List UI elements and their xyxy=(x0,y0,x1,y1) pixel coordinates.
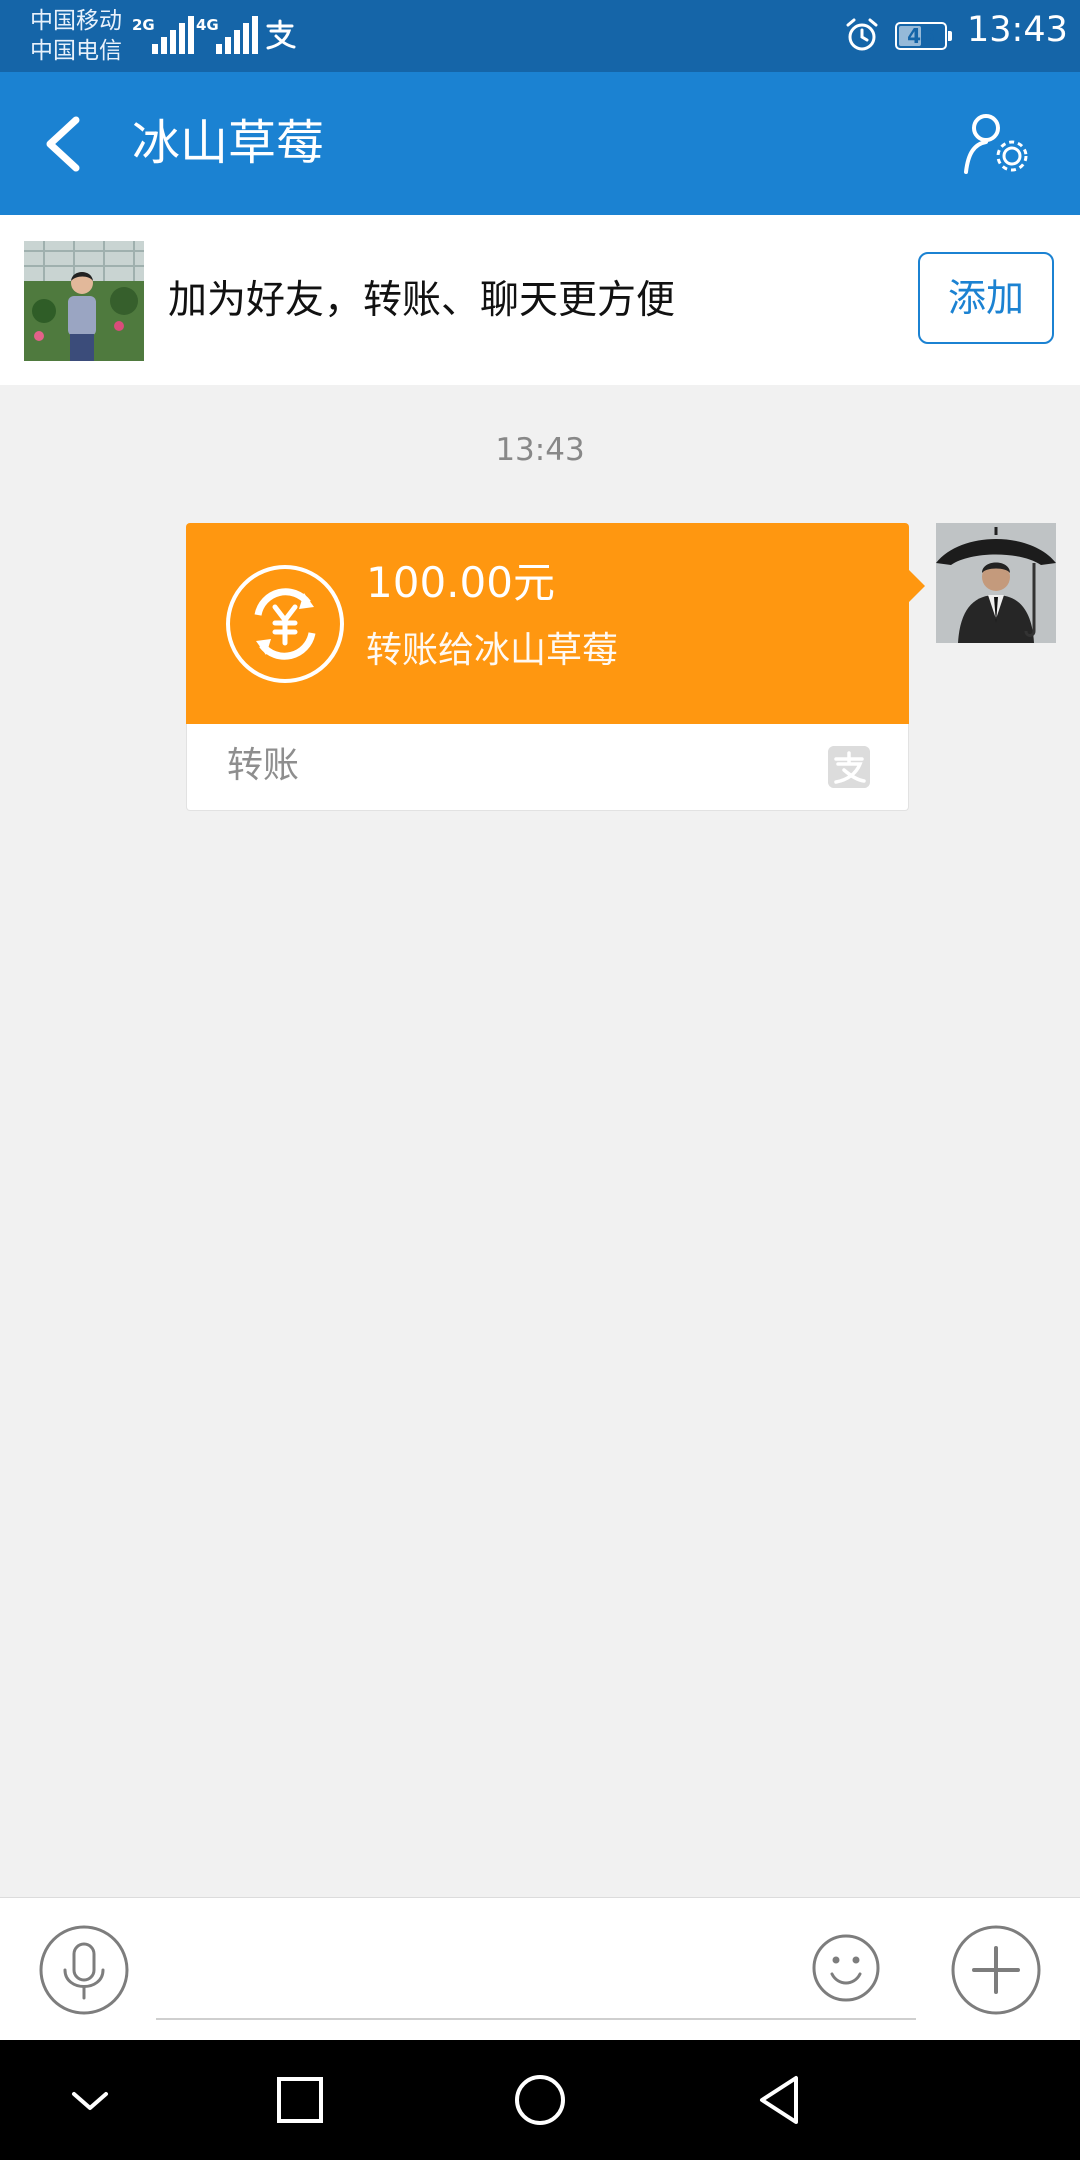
add-friend-prompt: 加为好友，转账、聊天更方便 xyxy=(168,278,676,323)
transfer-amount: 100.00元 xyxy=(366,558,555,607)
transfer-label: 转账 xyxy=(227,745,300,786)
status-time: 13:43 xyxy=(967,10,1068,50)
friend-avatar[interactable] xyxy=(24,241,144,361)
message-timestamp: 13:43 xyxy=(495,432,585,468)
my-avatar[interactable] xyxy=(936,523,1056,643)
square-icon[interactable] xyxy=(270,2070,330,2130)
yuan-transfer-icon xyxy=(226,565,344,683)
transfer-card-footer: 转账 xyxy=(186,724,909,811)
transfer-card-header: 100.00元 转账给冰山草莓 xyxy=(186,523,925,724)
status-bar: 中国移动 中国电信 2G 4G 46 13:43 xyxy=(0,0,1080,72)
transfer-message[interactable]: 100.00元 转账给冰山草莓 转账 xyxy=(186,523,925,811)
carrier-2: 中国电信 xyxy=(30,38,122,64)
add-friend-button[interactable]: 添加 xyxy=(918,252,1054,344)
system-nav-bar xyxy=(0,2040,1080,2160)
circle-icon[interactable] xyxy=(510,2070,570,2130)
triangle-back-icon[interactable] xyxy=(750,2070,810,2130)
chevron-down-icon[interactable] xyxy=(60,2070,120,2130)
signal-bars-icon xyxy=(152,16,196,54)
add-friend-bar: 加为好友，转账、聊天更方便 添加 xyxy=(0,215,1080,385)
battery-icon: 46 xyxy=(895,22,952,50)
smile-icon[interactable] xyxy=(810,1932,882,2004)
transfer-description: 转账给冰山草莓 xyxy=(366,630,619,671)
page-title: 冰山草莓 xyxy=(132,115,325,171)
plus-icon[interactable] xyxy=(950,1924,1042,2016)
back-button[interactable] xyxy=(36,112,96,176)
title-bar: 冰山草莓 xyxy=(0,72,1080,215)
alipay-icon xyxy=(266,19,296,50)
alarm-icon xyxy=(846,18,878,51)
alipay-icon xyxy=(828,746,870,788)
user-settings-icon[interactable] xyxy=(960,110,1032,176)
carrier-1: 中国移动 xyxy=(30,8,122,34)
battery-level: 46 xyxy=(907,24,935,48)
signal-bars-icon xyxy=(216,16,260,54)
carrier-info: 中国移动 中国电信 xyxy=(30,6,122,66)
message-input-bar xyxy=(0,1897,1080,2041)
microphone-icon[interactable] xyxy=(38,1924,130,2016)
message-input[interactable] xyxy=(156,1924,916,2020)
